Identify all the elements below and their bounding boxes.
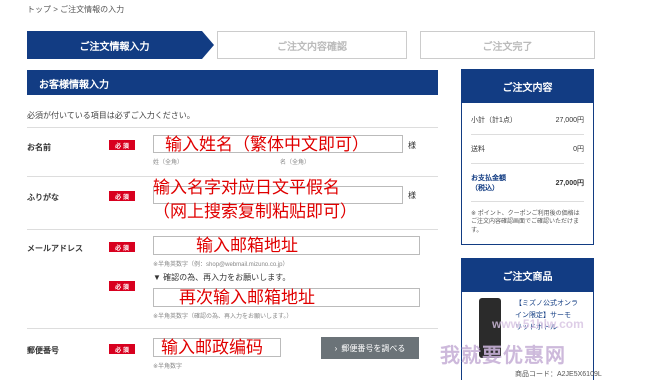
required-badge: 必 須 [109, 191, 135, 201]
chevron-right-icon: › [334, 343, 338, 353]
divider [471, 163, 584, 164]
divider [27, 229, 438, 230]
zip-hint: ※半角数字 [153, 364, 183, 370]
divider [27, 176, 438, 177]
shipping-value: 0円 [573, 146, 584, 153]
order-products-title: ご注文商品 [462, 259, 593, 292]
email-confirm-overlay-text: 再次输入邮箱地址 [179, 288, 315, 307]
total-label-line2: （税込） [471, 185, 499, 192]
zip-lookup-label: 郵便番号を調べる [341, 343, 406, 353]
first-name-hint: 名（全角） [280, 160, 311, 166]
subtotal-value: 27,000円 [555, 117, 584, 124]
total-row: お支払金額 （税込） 27,000円 [462, 173, 593, 193]
zip-lookup-button[interactable]: › 郵便番号を調べる [321, 337, 419, 359]
email-hint: ※半角英数字（例：shop@webmail.mizuno.co.jp） [153, 262, 289, 268]
required-badge: 必 須 [109, 140, 135, 150]
kana-label: ふりがな [27, 193, 59, 202]
watermark-url: www.51hlw.com [492, 317, 584, 331]
total-label: お支払金額 （税込） [471, 173, 506, 193]
kana-overlay-text-2: （网上搜索复制粘贴即可） [153, 202, 357, 221]
section-title: お客様情報入力 [27, 70, 438, 95]
divider [27, 127, 438, 128]
kana-suffix: 様 [408, 191, 416, 200]
subtotal-row: 小計（計1点） 27,000円 [462, 115, 593, 125]
step-order-info: ご注文情報入力 [27, 31, 202, 59]
zip-label: 郵便番号 [27, 346, 59, 355]
email-confirm-note: ▼ 確認の為、再入力をお願いします。 [153, 273, 291, 282]
email-overlay-text: 输入邮箱地址 [196, 236, 298, 255]
total-label-line1: お支払金額 [471, 175, 506, 182]
order-summary-panel: ご注文内容 小計（計1点） 27,000円 送料 0円 お支払金額 （税込） 2… [461, 69, 594, 245]
email-confirm-hint: ※半角英数字（確認の為、再入力をお願いします。） [153, 314, 293, 320]
summary-note: ※ ポイント、クーポンご利用後の価格はご注文内容確認画面でご確認いただけます。 [471, 211, 580, 234]
shipping-row: 送料 0円 [462, 144, 593, 154]
divider [471, 201, 584, 202]
shipping-label: 送料 [471, 146, 485, 153]
watermark: 我就要优惠网 [440, 345, 566, 367]
required-badge: 必 須 [109, 344, 135, 354]
required-badge: 必 須 [109, 242, 135, 252]
checkout-steps: ご注文情報入力 ご注文内容確認 ご注文完了 [27, 31, 595, 59]
required-badge: 必 須 [109, 281, 135, 291]
product-code: 商品コード：A2JE5X6109L [515, 371, 602, 378]
step-order-complete: ご注文完了 [420, 31, 595, 59]
last-name-hint: 姓（全角） [153, 160, 184, 166]
name-label: お名前 [27, 143, 51, 152]
name-suffix: 様 [408, 141, 416, 150]
order-summary-title: ご注文内容 [462, 70, 593, 103]
name-overlay-text: 输入姓名（繁体中文即可） [165, 135, 369, 154]
kana-overlay-text-1: 输入名字对应日文平假名 [153, 178, 340, 197]
divider [27, 328, 438, 329]
step-order-confirm: ご注文内容確認 [217, 31, 407, 59]
email-label: メールアドレス [27, 244, 83, 253]
divider [471, 134, 584, 135]
breadcrumb: トップ > ご注文情報の入力 [27, 5, 125, 14]
required-note: 必須が付いている項目は必ずご入力ください。 [27, 111, 195, 120]
product-name-1[interactable]: 【ミズノ公式オンラ [515, 298, 578, 308]
subtotal-label: 小計（計1点） [471, 117, 517, 124]
step-arrow-icon [202, 31, 214, 59]
total-value: 27,000円 [555, 180, 584, 187]
zip-overlay-text: 输入邮政编码 [161, 338, 263, 357]
